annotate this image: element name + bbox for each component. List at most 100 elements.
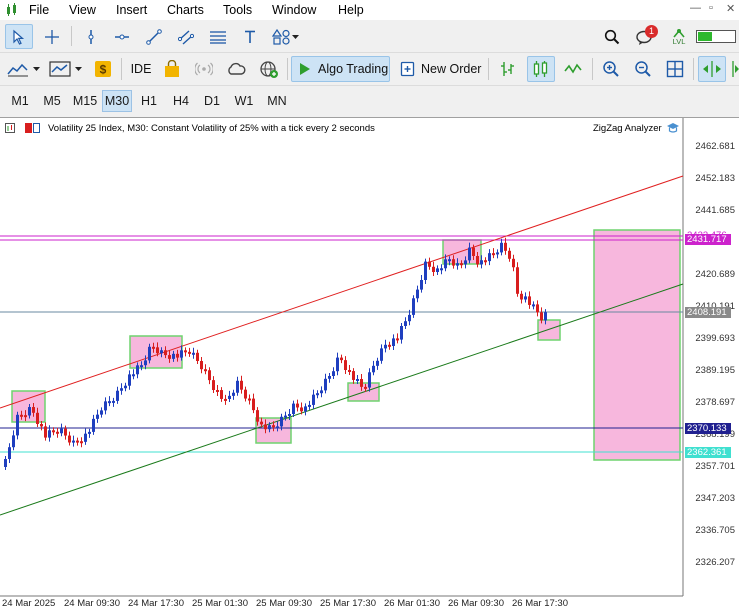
timeframe-d1[interactable]: D1 xyxy=(198,90,226,112)
bullish-candle xyxy=(292,403,295,414)
signal-button[interactable]: LVL xyxy=(666,24,692,49)
tile-windows-button[interactable] xyxy=(662,56,688,82)
menu-insert[interactable]: Insert xyxy=(116,3,147,17)
zoom-out-icon xyxy=(635,61,651,77)
horizontal-line-tool-button[interactable] xyxy=(109,24,135,49)
magenta-level-tag: 2431.717 xyxy=(685,234,731,245)
menu-tools[interactable]: Tools xyxy=(223,3,252,17)
bullish-candle xyxy=(108,401,111,404)
bearish-candle xyxy=(212,380,215,390)
community-button[interactable] xyxy=(256,56,282,81)
bearish-candle xyxy=(152,346,155,349)
price-chart[interactable] xyxy=(0,118,739,616)
timeframe-m1[interactable]: M1 xyxy=(6,90,34,112)
svg-text:$: $ xyxy=(100,62,107,76)
time-label: 24 Mar 17:30 xyxy=(128,598,184,609)
bullish-candle xyxy=(236,380,239,393)
indicators-button[interactable] xyxy=(47,56,85,81)
bearish-candle xyxy=(156,347,159,354)
ide-button[interactable]: IDE xyxy=(127,56,155,81)
chart-window[interactable]: Volatility 25 Index, M30: Constant Volat… xyxy=(0,117,739,616)
bearish-candle xyxy=(208,370,211,381)
crosshair-icon xyxy=(45,29,59,44)
bearish-candle xyxy=(244,389,247,399)
new-order-button[interactable]: New Order xyxy=(396,56,484,82)
chart-title: Volatility 25 Index, M30: Constant Volat… xyxy=(48,123,375,134)
signals-broadcast-button[interactable] xyxy=(192,56,216,81)
indicator-name[interactable]: ZigZag Analyzer xyxy=(593,123,662,134)
timeframes-toolbar: M1 M5 M15 M30 H1 H4 D1 W1 MN xyxy=(0,85,739,115)
restore-icon[interactable]: ▫ xyxy=(709,2,713,14)
bar-chart-button[interactable] xyxy=(495,56,521,82)
candlestick-chart-button[interactable] xyxy=(527,56,555,82)
crosshair-tool-button[interactable] xyxy=(38,24,66,49)
timeframe-h1[interactable]: H1 xyxy=(135,90,163,112)
minimize-icon[interactable]: — xyxy=(690,2,701,14)
vps-button[interactable] xyxy=(224,56,248,81)
signal-label: LVL xyxy=(672,36,686,46)
bullish-candle xyxy=(124,385,127,389)
timeframe-m30[interactable]: M30 xyxy=(102,90,132,112)
standard-toolbar: $ IDE Algo Trading New Order xyxy=(0,52,739,84)
cursor-icon xyxy=(13,29,25,45)
menu-charts[interactable]: Charts xyxy=(167,3,204,17)
algo-trading-button[interactable]: Algo Trading xyxy=(291,56,390,82)
bearish-candle xyxy=(176,353,179,358)
zoom-out-button[interactable] xyxy=(630,56,656,82)
bullish-candle xyxy=(4,459,7,467)
shapes-tool-button[interactable] xyxy=(268,24,304,49)
menu-file[interactable]: File xyxy=(29,3,49,17)
time-label: 25 Mar 01:30 xyxy=(192,598,248,609)
bearish-candle xyxy=(188,351,191,354)
bullish-candle xyxy=(96,414,99,419)
bullish-candle xyxy=(128,374,131,386)
vertical-line-tool-button[interactable] xyxy=(78,24,104,49)
bearish-candle xyxy=(492,253,495,256)
bearish-candle xyxy=(216,390,219,392)
timeframe-m5[interactable]: M5 xyxy=(38,90,66,112)
bullish-candle xyxy=(112,400,115,403)
auto-scroll-button[interactable] xyxy=(698,56,726,82)
trendline-tool-button[interactable] xyxy=(141,24,167,49)
bullish-candle xyxy=(148,346,151,361)
bearish-candle xyxy=(540,312,543,321)
bullish-candle xyxy=(440,268,443,271)
bearish-candle xyxy=(32,407,35,413)
cursor-tool-button[interactable] xyxy=(5,24,33,49)
time-label: 26 Mar 01:30 xyxy=(384,598,440,609)
chart-type-button[interactable] xyxy=(5,56,43,81)
chart-shift-icon xyxy=(732,61,739,77)
timeframe-mn[interactable]: MN xyxy=(262,90,292,112)
bullish-candle xyxy=(192,352,195,355)
search-button[interactable] xyxy=(600,24,624,49)
bullish-candle xyxy=(308,404,311,407)
bullish-candle xyxy=(500,242,503,253)
channel-tool-button[interactable] xyxy=(173,24,199,49)
shapes-icon xyxy=(272,28,299,45)
bullish-candle xyxy=(444,259,447,269)
app-logo-icon xyxy=(7,3,16,16)
timeframe-w1[interactable]: W1 xyxy=(230,90,258,112)
cyan-level-tag: 2362.361 xyxy=(685,447,731,458)
chart-shift-button[interactable] xyxy=(729,56,739,82)
graduation-cap-icon xyxy=(667,123,679,133)
bearish-candle xyxy=(388,344,391,347)
price-label: 2452.183 xyxy=(695,173,735,184)
menu-view[interactable]: View xyxy=(69,3,96,17)
menu-window[interactable]: Window xyxy=(272,3,316,17)
fibonacci-tool-button[interactable] xyxy=(205,24,231,49)
text-tool-button[interactable] xyxy=(237,24,263,49)
market-button[interactable]: $ xyxy=(91,56,115,81)
price-label: 2399.693 xyxy=(695,333,735,344)
bullish-candle xyxy=(480,260,483,265)
shop-button[interactable] xyxy=(161,56,183,81)
timeframe-m15[interactable]: M15 xyxy=(69,90,101,112)
zoom-in-button[interactable] xyxy=(598,56,624,82)
bearish-candle xyxy=(484,260,487,263)
notifications-button[interactable]: 1 xyxy=(632,24,658,49)
bearish-candle xyxy=(260,421,263,425)
line-chart-button[interactable] xyxy=(560,56,586,82)
close-icon[interactable]: ✕ xyxy=(726,2,735,15)
menu-help[interactable]: Help xyxy=(338,3,364,17)
timeframe-h4[interactable]: H4 xyxy=(167,90,195,112)
